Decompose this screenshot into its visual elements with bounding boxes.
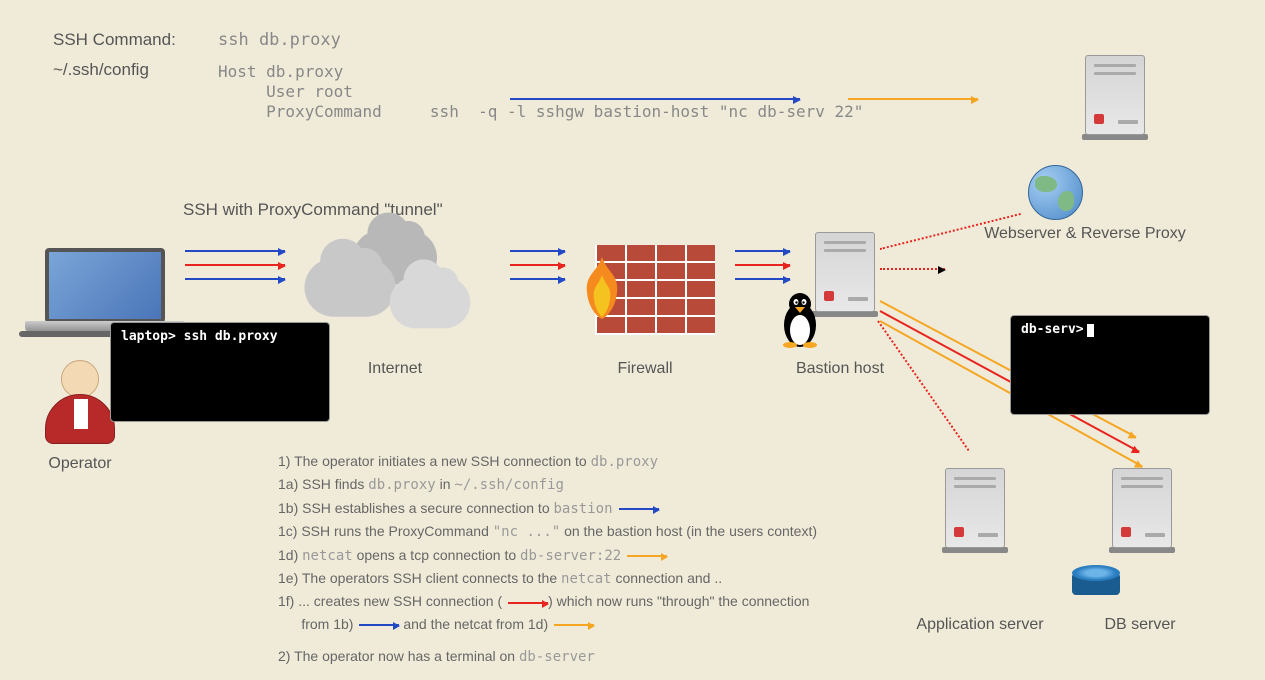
step-1f-cont: from 1b) and the netcat from 1d) xyxy=(278,613,868,635)
step-1d: 1d) netcat opens a tcp connection to db-… xyxy=(278,544,868,567)
laptop-icon xyxy=(45,248,165,333)
step-2: 2) The operator now has a terminal on db… xyxy=(278,645,868,668)
dbserver-icon xyxy=(1112,468,1172,568)
arrow-1-red xyxy=(185,264,285,266)
arrow-2-blue-bot xyxy=(510,278,565,280)
config-line-1: Host db.proxy xyxy=(218,62,343,81)
config-line-2: User root xyxy=(218,82,353,101)
config-line-3: ProxyCommand ssh -q -l sshgw bastion-hos… xyxy=(218,102,863,121)
step-1c: 1c) SSH runs the ProxyCommand "nc ..." o… xyxy=(278,520,868,543)
terminal-dbserv-text: db-serv> xyxy=(1021,322,1084,337)
penguin-icon xyxy=(775,290,825,350)
step-1e: 1e) The operators SSH client connects to… xyxy=(278,567,868,590)
header-arrow-orange xyxy=(848,98,978,100)
terminal-dbserv: db-serv> xyxy=(1010,315,1210,415)
cloud-icon-3 xyxy=(390,277,471,329)
disk-icon xyxy=(1072,565,1120,595)
webproxy-label: Webserver & Reverse Proxy xyxy=(970,225,1200,243)
step-1: 1) The operator initiates a new SSH conn… xyxy=(278,450,868,473)
arrow-2-red xyxy=(510,264,565,266)
header-arrow-blue xyxy=(510,98,800,100)
appserver-icon xyxy=(945,468,1005,568)
arrow-2-blue-top xyxy=(510,250,565,252)
ssh-command-label: SSH Command: xyxy=(53,30,176,50)
ssh-command: ssh db.proxy xyxy=(218,30,341,50)
firewall-icon xyxy=(595,245,715,335)
firewall-label: Firewall xyxy=(605,360,685,378)
cloud-icon-2 xyxy=(305,258,396,317)
arrow-3-red xyxy=(735,264,790,266)
dbserver-label: DB server xyxy=(1090,616,1190,634)
webserver-icon xyxy=(1085,55,1145,155)
arrow-3-blue-top xyxy=(735,250,790,252)
config-path-label: ~/.ssh/config xyxy=(53,60,149,80)
bastion-label: Bastion host xyxy=(790,360,890,378)
step-1a: 1a) SSH finds db.proxy in ~/.ssh/config xyxy=(278,473,868,496)
arrow-1-blue-top xyxy=(185,250,285,252)
steps-list: 1) The operator initiates a new SSH conn… xyxy=(278,450,868,669)
step-1b: 1b) SSH establishes a secure connection … xyxy=(278,497,868,520)
arrow-bastion-web-2 xyxy=(880,268,945,270)
terminal-laptop: laptop> ssh db.proxy xyxy=(110,322,330,422)
arrow-3-blue-bot xyxy=(735,278,790,280)
operator-icon xyxy=(45,360,115,444)
operator-label: Operator xyxy=(40,455,120,473)
internet-label: Internet xyxy=(355,360,435,378)
appserver-label: Application server xyxy=(905,616,1055,634)
step-1f: 1f) ... creates new SSH connection () wh… xyxy=(278,590,868,612)
terminal-laptop-text: laptop> ssh db.proxy xyxy=(121,329,278,344)
arrow-1-blue-bot xyxy=(185,278,285,280)
section-title: SSH with ProxyCommand "tunnel" xyxy=(183,200,443,220)
globe-icon xyxy=(1028,165,1083,220)
